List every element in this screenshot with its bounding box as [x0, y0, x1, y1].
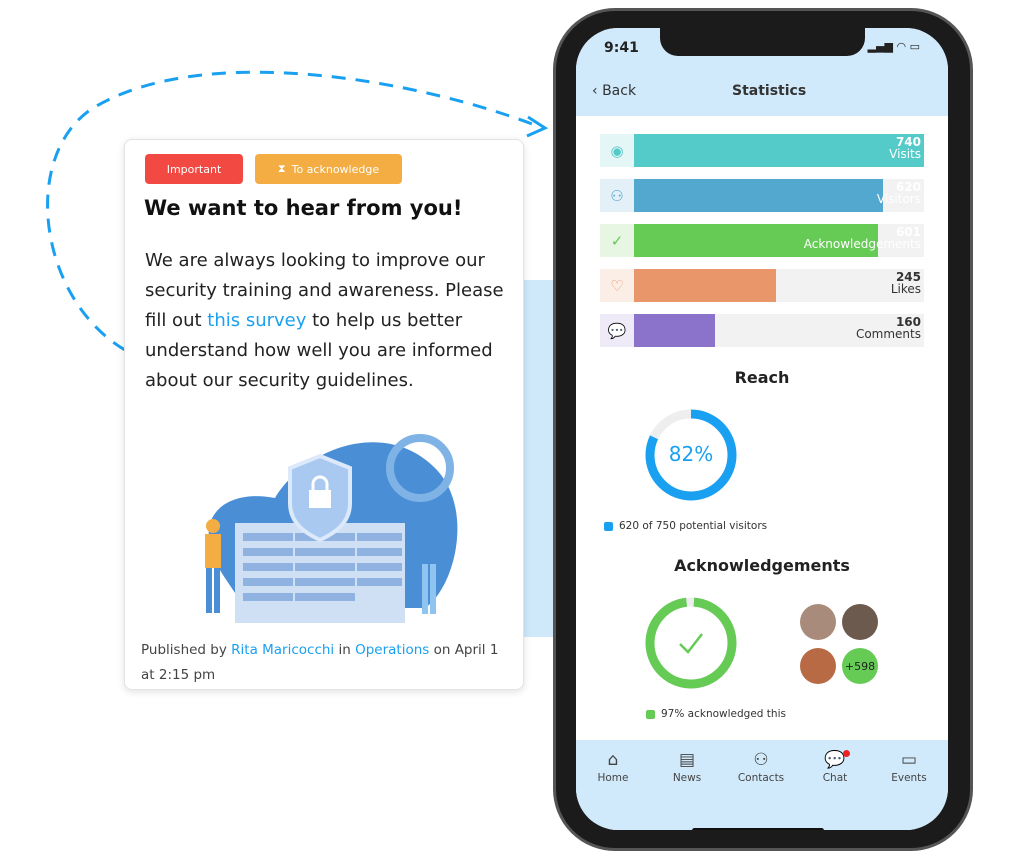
- channel-link[interactable]: Operations: [355, 642, 429, 658]
- check-icon: ✓: [600, 224, 634, 257]
- screen-title: Statistics: [732, 83, 807, 99]
- stat-row-visits: ◉ 740 Visits: [600, 134, 924, 167]
- ack-donut: [645, 597, 737, 689]
- footer-prefix: Published by: [141, 642, 232, 658]
- reach-percent: 82%: [668, 442, 714, 466]
- important-tag: Important: [145, 154, 243, 184]
- avatar[interactable]: [800, 648, 836, 684]
- ack-legend: 97% acknowledged this: [646, 708, 786, 720]
- nav-home[interactable]: ⌂ Home: [578, 750, 648, 784]
- home-indicator: [692, 828, 824, 830]
- heart-icon: ♡: [600, 269, 634, 302]
- stat-bar: [634, 179, 884, 212]
- hourglass-icon: ⧗: [277, 162, 286, 175]
- post-title: We want to hear from you!: [144, 196, 463, 220]
- author-link[interactable]: Rita Maricocchi: [231, 642, 334, 658]
- stat-value: 601 Acknowledgements: [804, 226, 921, 250]
- eye-icon: ◉: [600, 134, 634, 167]
- nav-label: News: [672, 772, 702, 784]
- nav-chat[interactable]: 💬 Chat: [800, 750, 870, 784]
- reach-legend: 620 of 750 potential visitors: [604, 520, 767, 532]
- ack-title: Acknowledgements: [674, 556, 850, 575]
- users-icon: ⚇: [600, 179, 634, 212]
- check-icon: [679, 633, 703, 654]
- comments-icon: 💬: [600, 314, 634, 347]
- nav-contacts[interactable]: ⚇ Contacts: [726, 750, 796, 784]
- post-card: Important ⧗ To acknowledge We want to hea…: [124, 139, 524, 690]
- notification-dot: [843, 750, 850, 757]
- post-footer: Published by Rita Maricocchi in Operatio…: [141, 638, 511, 688]
- ack-arc: [645, 597, 737, 689]
- avatar[interactable]: [800, 604, 836, 640]
- survey-link[interactable]: this survey: [207, 310, 306, 331]
- back-label: Back: [602, 83, 637, 99]
- status-time: 9:41: [604, 40, 639, 56]
- nav-events[interactable]: ▭ Events: [874, 750, 944, 784]
- chat-icon: 💬: [800, 750, 870, 772]
- phone-notch: [660, 28, 865, 56]
- news-icon: ▤: [678, 750, 696, 770]
- stat-value: 620 Visitors: [877, 181, 921, 205]
- reach-legend-swatch: [604, 521, 613, 531]
- nav-label: Events: [891, 772, 927, 784]
- security-illustration: [205, 434, 458, 623]
- nav-news[interactable]: ▤ News: [652, 750, 722, 784]
- back-button[interactable]: ‹ Back: [592, 83, 636, 99]
- chevron-left-icon: ‹: [592, 83, 603, 99]
- stat-value: 245 Likes: [891, 271, 921, 295]
- folder-icon: ▭: [900, 750, 918, 770]
- footer-mid: in: [334, 642, 356, 658]
- avatar[interactable]: [842, 604, 878, 640]
- stat-row-acknowledgements: ✓ 601 Acknowledgements: [600, 224, 924, 257]
- reach-legend-text: 620 of 750 potential visitors: [619, 520, 768, 532]
- stat-label: Visits: [889, 147, 921, 161]
- stat-label: Comments: [855, 327, 921, 341]
- post-body: We are always looking to improve our sec…: [145, 246, 505, 396]
- stat-value: 160 Comments: [856, 316, 921, 340]
- bottom-nav: ⌂ Home ▤ News ⚇ Contacts 💬 Chat ▭ Events: [576, 740, 948, 830]
- stat-row-visitors: ⚇ 620 Visitors: [600, 179, 924, 212]
- stat-label: Likes: [890, 282, 921, 296]
- stat-value: 740 Visits: [889, 136, 921, 160]
- stat-label: Acknowledgements: [803, 237, 921, 251]
- reach-title: Reach: [734, 368, 790, 387]
- stat-row-comments: 💬 160 Comments: [600, 314, 924, 347]
- acknowledge-tag: ⧗ To acknowledge: [255, 154, 402, 184]
- contacts-icon: ⚇: [753, 750, 769, 770]
- stat-bar: [634, 134, 924, 167]
- ack-legend-swatch: [646, 709, 655, 719]
- nav-label: Home: [597, 772, 629, 784]
- nav-label: Contacts: [737, 772, 785, 784]
- phone-screen: 9:41 ▂▄▆ ◠ ▭ ‹ Back Statistics ◉ 740 Visi…: [576, 28, 948, 830]
- status-icons: ▂▄▆ ◠ ▭: [867, 40, 920, 53]
- stat-label: Visitors: [876, 192, 921, 206]
- acknowledge-label: To acknowledge: [291, 162, 380, 176]
- ack-legend-text: 97% acknowledged this: [661, 708, 786, 720]
- stat-row-likes: ♡ 245 Likes: [600, 269, 924, 302]
- stat-bar: [634, 269, 777, 302]
- stat-bar: [634, 314, 716, 347]
- nav-label: Chat: [822, 772, 848, 784]
- more-avatars-badge[interactable]: +598: [842, 648, 878, 684]
- home-icon: ⌂: [607, 750, 619, 770]
